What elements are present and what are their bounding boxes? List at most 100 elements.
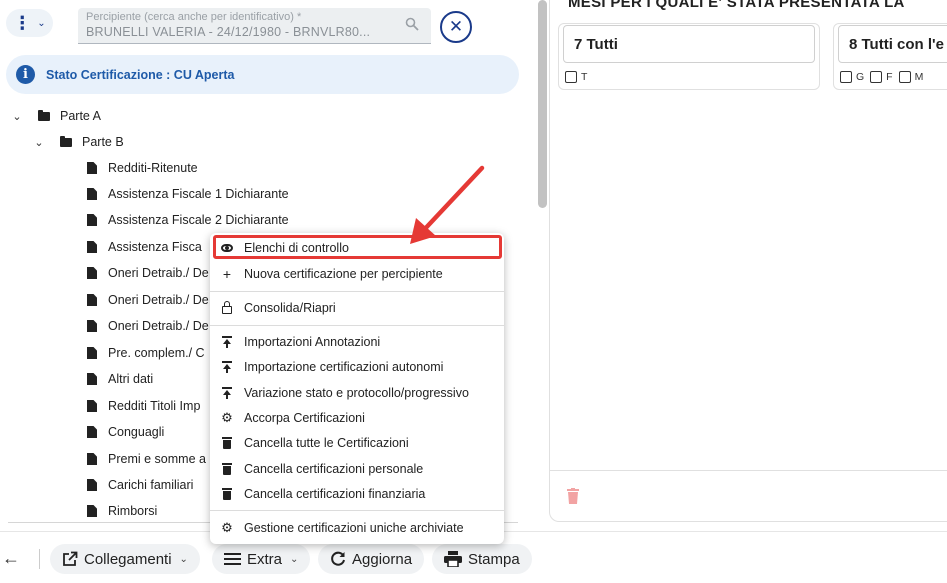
tree-item-label: Conguagli bbox=[108, 425, 165, 439]
folder-icon bbox=[60, 135, 72, 147]
file-icon bbox=[87, 241, 97, 253]
menu-item-variazione-stato[interactable]: Variazione stato e protocollo/progressiv… bbox=[210, 380, 504, 405]
checkbox-label: F bbox=[886, 71, 893, 83]
trash-icon[interactable] bbox=[567, 488, 579, 504]
tree-item[interactable]: Premi e somme a bbox=[87, 449, 206, 469]
trash-icon bbox=[222, 436, 232, 449]
month-select[interactable]: 7 Tutti bbox=[563, 25, 815, 63]
trash-icon bbox=[222, 462, 232, 475]
month-checks: T bbox=[565, 71, 587, 83]
collegamenti-button[interactable]: Collegamenti ⌄ bbox=[50, 544, 200, 574]
button-label: Collegamenti bbox=[84, 550, 172, 568]
tree-item[interactable]: Assistenza Fiscale 2 Dichiarante bbox=[87, 210, 289, 230]
chevron-down-icon[interactable]: ⌄ bbox=[10, 110, 24, 123]
menu-item-importazione-autonomi[interactable]: Importazione certificazioni autonomi bbox=[210, 354, 504, 379]
menu-item-cancella-personale[interactable]: Cancella certificazioni personale bbox=[210, 456, 504, 481]
tree-item[interactable]: Pre. complem./ C bbox=[87, 343, 205, 363]
folder-icon bbox=[38, 109, 50, 121]
menu-item-cancella-finanziaria[interactable]: Cancella certificazioni finanziaria bbox=[210, 481, 504, 506]
chevron-down-icon: ⌄ bbox=[179, 553, 188, 565]
search-icon[interactable] bbox=[405, 17, 419, 31]
tree-item-label: Oneri Detraib./ De bbox=[108, 319, 209, 333]
menu-item-label: Gestione certificazioni uniche archiviat… bbox=[244, 520, 464, 535]
chevron-down-icon: ⌄ bbox=[290, 553, 299, 565]
menu-item-gestione-archiviate[interactable]: ⚙ Gestione certificazioni uniche archivi… bbox=[210, 515, 504, 540]
menu-item-importazioni-annotazioni[interactable]: Importazioni Annotazioni bbox=[210, 329, 504, 354]
tree-item[interactable]: Assistenza Fisca bbox=[87, 237, 202, 257]
tree-item-label: Carichi familiari bbox=[108, 478, 194, 492]
tree-item[interactable]: Conguagli bbox=[87, 422, 164, 442]
gear-icon: ⚙ bbox=[221, 410, 233, 425]
percipiente-search-input[interactable]: Percipiente (cerca anche per identificat… bbox=[78, 8, 431, 44]
tree-item[interactable]: Redditi Titoli Imp bbox=[87, 396, 200, 416]
chevron-down-icon[interactable]: ⌄ bbox=[32, 136, 46, 149]
month-checkbox[interactable]: M bbox=[898, 71, 924, 83]
chevron-down-icon: ⌄ bbox=[37, 17, 46, 29]
tree-node-parte-b[interactable]: ⌄ Parte B bbox=[32, 132, 123, 152]
status-text: Stato Certificazione : CU Aperta bbox=[46, 67, 235, 82]
stampa-button[interactable]: Stampa bbox=[432, 544, 532, 574]
tree-node-parte-a[interactable]: ⌄ Parte A bbox=[10, 106, 101, 126]
month-select[interactable]: 8 Tutti con l'e bbox=[838, 25, 947, 63]
extra-button[interactable]: Extra ⌄ bbox=[212, 544, 311, 574]
file-icon bbox=[87, 479, 97, 491]
menu-divider bbox=[210, 291, 504, 292]
tree-item-label: Assistenza Fiscale 1 Dichiarante bbox=[108, 187, 289, 201]
file-icon bbox=[87, 162, 97, 174]
month-checkbox[interactable]: G bbox=[840, 71, 864, 83]
file-icon bbox=[87, 505, 97, 517]
app: ⋮ ⌄ Percipiente (cerca anche per identif… bbox=[0, 0, 947, 583]
aggiorna-button[interactable]: Aggiorna bbox=[318, 544, 425, 574]
gear-icon: ⚙ bbox=[221, 520, 233, 535]
back-arrow-icon[interactable]: ← bbox=[2, 548, 20, 569]
checkbox-label: M bbox=[914, 71, 924, 83]
menu-item-label: Importazioni Annotazioni bbox=[244, 334, 381, 349]
search-value: BRUNELLI VALERIA - 24/12/1980 - BRNVLR80… bbox=[86, 25, 371, 39]
month-checkbox[interactable]: F bbox=[870, 71, 893, 83]
tree-item-label: Assistenza Fiscale 2 Dichiarante bbox=[108, 213, 289, 227]
tree-item[interactable]: Oneri Detraib./ De bbox=[87, 290, 209, 310]
tree-item[interactable]: Rimborsi bbox=[87, 501, 157, 521]
tree-node-label: Parte A bbox=[60, 109, 101, 123]
file-icon bbox=[87, 453, 97, 465]
menu-item-label: Nuova certificazione per percipiente bbox=[244, 266, 443, 281]
toolbar-divider bbox=[39, 549, 40, 569]
context-menu: Elenchi di controllo + Nuova certificazi… bbox=[210, 233, 504, 544]
month-checkbox[interactable]: T bbox=[565, 71, 587, 83]
annotation-arrow-icon bbox=[410, 165, 485, 244]
month-card: 8 Tutti con l'e G F M bbox=[833, 23, 947, 90]
file-icon bbox=[87, 426, 97, 438]
tree-item[interactable]: Redditi-Ritenute bbox=[87, 158, 198, 178]
tree-item[interactable]: Oneri Detraib./ De bbox=[87, 316, 209, 336]
close-icon[interactable]: ✕ bbox=[440, 11, 472, 43]
menu-item-consolida-riapri[interactable]: Consolida/Riapri bbox=[210, 295, 504, 320]
menu-divider bbox=[210, 510, 504, 511]
actions-menu-button[interactable]: ⋮ ⌄ bbox=[6, 9, 53, 37]
file-icon bbox=[87, 320, 97, 332]
info-icon: i bbox=[16, 65, 35, 84]
vertical-scrollbar[interactable] bbox=[538, 0, 547, 208]
file-icon bbox=[87, 347, 97, 359]
menu-item-label: Cancella certificazioni personale bbox=[244, 461, 424, 476]
menu-item-label: Variazione stato e protocollo/progressiv… bbox=[244, 385, 469, 400]
tree-item-label: Pre. complem./ C bbox=[108, 346, 205, 360]
checkbox-icon bbox=[565, 71, 577, 83]
menu-item-cancella-tutte[interactable]: Cancella tutte le Certificazioni bbox=[210, 430, 504, 455]
status-badge: i Stato Certificazione : CU Aperta bbox=[6, 55, 519, 94]
checkbox-icon bbox=[870, 71, 883, 83]
tree-item[interactable]: Carichi familiari bbox=[87, 475, 193, 495]
menu-item-accorpa[interactable]: ⚙ Accorpa Certificazioni bbox=[210, 405, 504, 430]
menu-item-nuova-certificazione[interactable]: + Nuova certificazione per percipiente bbox=[210, 261, 504, 286]
tree-item-label: Oneri Detraib./ De bbox=[108, 293, 209, 307]
tree-item-label: Redditi Titoli Imp bbox=[108, 399, 201, 413]
month-checks: G F M bbox=[840, 71, 923, 83]
print-icon bbox=[444, 551, 462, 567]
tree-item[interactable]: Oneri Detraib./ De bbox=[87, 263, 209, 283]
upload-icon bbox=[222, 360, 232, 373]
checkbox-icon bbox=[840, 71, 852, 83]
tree-item[interactable]: Assistenza Fiscale 1 Dichiarante bbox=[87, 184, 289, 204]
tree-item-label: Assistenza Fisca bbox=[108, 240, 202, 254]
menu-item-label: Cancella tutte le Certificazioni bbox=[244, 435, 409, 450]
file-icon bbox=[87, 188, 97, 200]
tree-item[interactable]: Altri dati bbox=[87, 369, 153, 389]
